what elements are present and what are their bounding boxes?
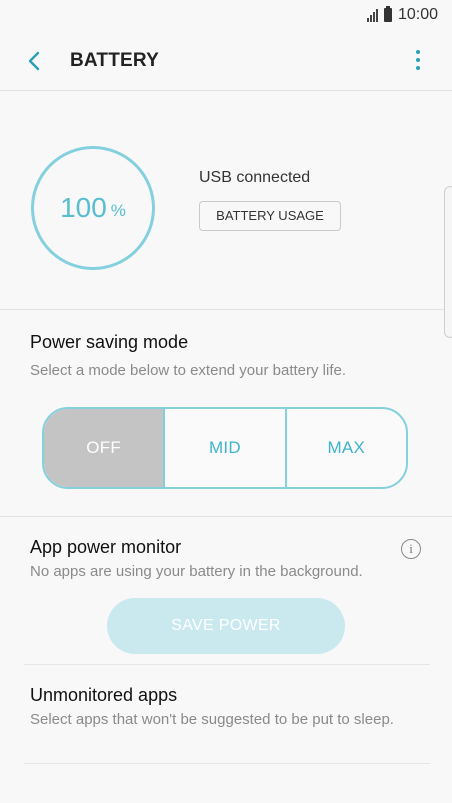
battery-summary: 100% USB connected BATTERY USAGE xyxy=(0,91,452,310)
status-time: 10:00 xyxy=(397,6,438,23)
status-bar: 10:00 xyxy=(0,0,452,32)
mode-mid-option[interactable]: MID xyxy=(163,409,284,487)
mode-max-option[interactable]: MAX xyxy=(284,409,406,487)
chevron-left-icon xyxy=(28,51,40,71)
info-icon[interactable]: i xyxy=(401,539,421,559)
battery-level-unit: % xyxy=(110,201,126,220)
battery-status-icon xyxy=(383,6,392,22)
save-power-button[interactable]: SAVE POWER xyxy=(107,598,345,654)
section-divider xyxy=(0,516,452,517)
list-divider xyxy=(24,763,430,764)
page-title: BATTERY xyxy=(70,50,160,71)
app-power-monitor-subtitle: No apps are using your battery in the ba… xyxy=(30,563,363,580)
battery-usage-button[interactable]: BATTERY USAGE xyxy=(199,201,341,231)
battery-level-value: 100 xyxy=(60,192,107,223)
edge-panel-handle[interactable] xyxy=(444,186,452,338)
power-saving-subtitle: Select a mode below to extend your batte… xyxy=(30,362,347,379)
power-saving-title: Power saving mode xyxy=(30,332,189,352)
status-indicators: 10:00 xyxy=(366,6,438,24)
unmonitored-apps-subtitle: Select apps that won't be suggested to b… xyxy=(30,711,394,728)
app-header: BATTERY xyxy=(0,32,452,91)
app-power-monitor-title: App power monitor xyxy=(30,537,182,557)
battery-level-ring: 100% xyxy=(31,146,155,270)
signal-icon xyxy=(366,8,378,22)
list-divider xyxy=(24,664,430,665)
connection-status: USB connected xyxy=(199,169,311,186)
more-vert-icon xyxy=(416,50,420,54)
mode-off-option[interactable]: OFF xyxy=(44,409,164,487)
back-button[interactable] xyxy=(22,46,50,76)
more-options-button[interactable] xyxy=(410,46,426,74)
unmonitored-apps-title[interactable]: Unmonitored apps xyxy=(30,685,177,706)
power-mode-selector: OFF MID MAX xyxy=(42,407,408,489)
